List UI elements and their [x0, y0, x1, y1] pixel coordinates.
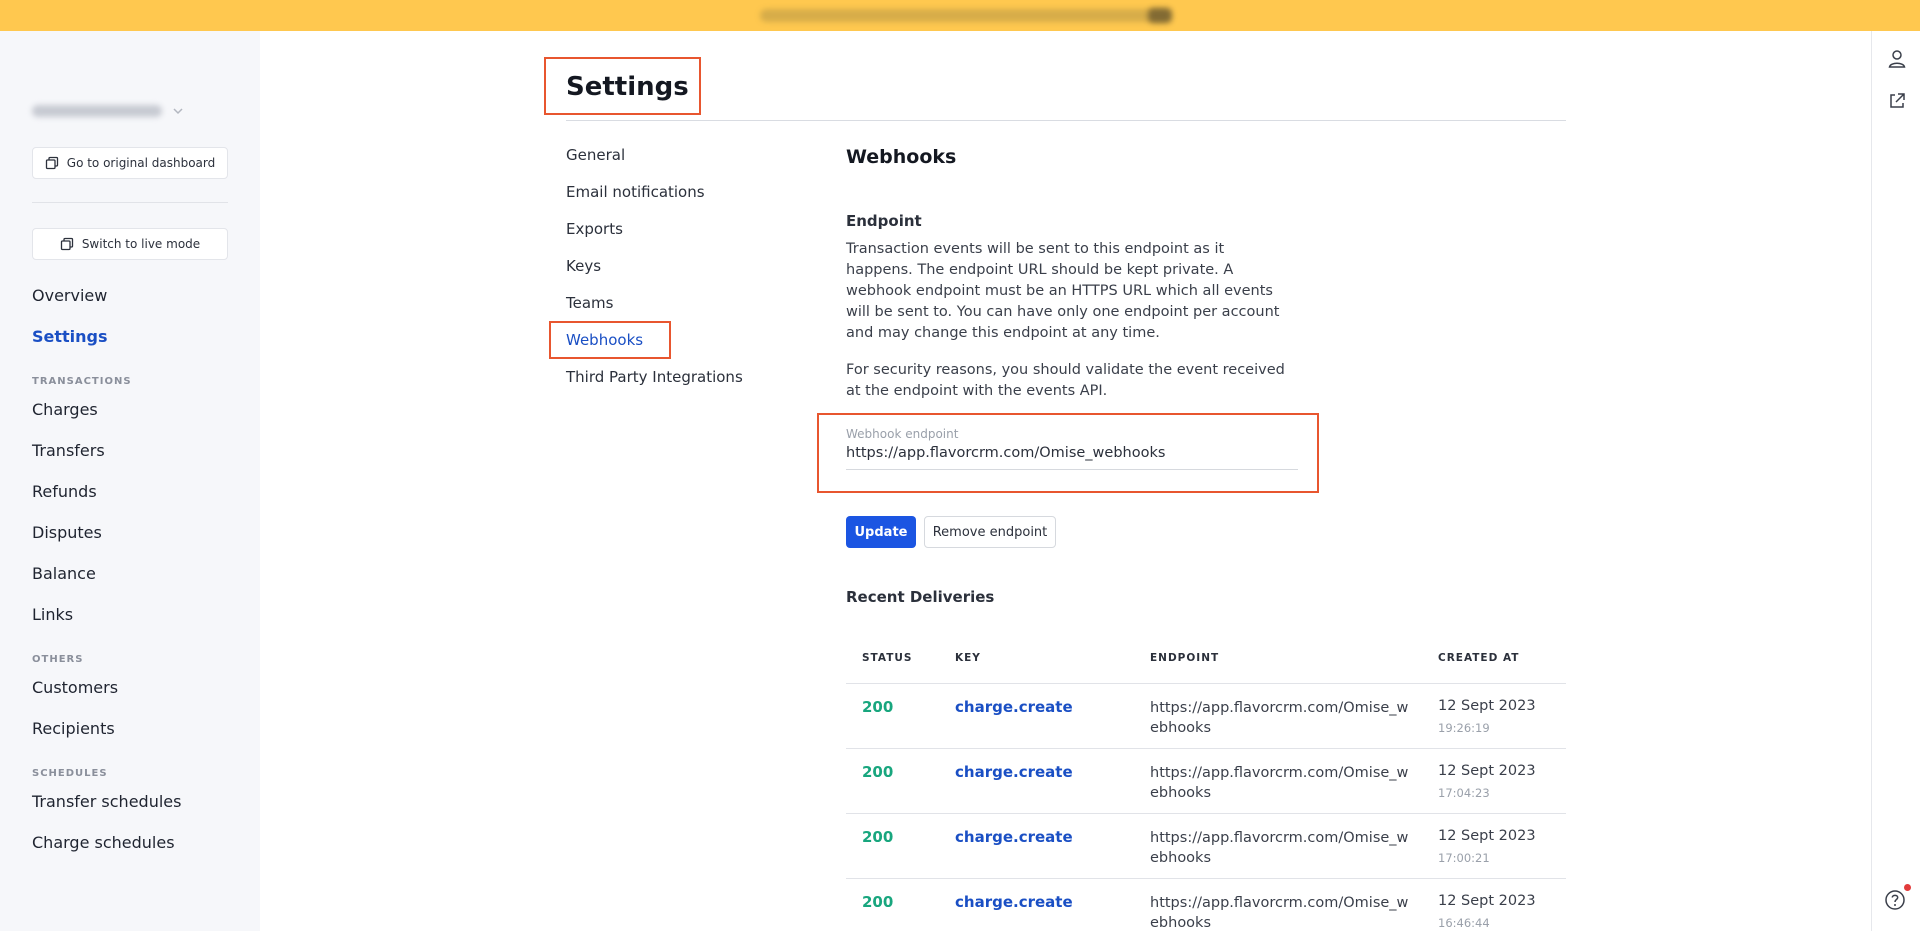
column-header-key: KEY	[955, 652, 981, 664]
go-to-original-dashboard-label: Go to original dashboard	[66, 156, 216, 170]
status-code: 200	[862, 893, 894, 911]
chevron-down-icon	[173, 108, 183, 115]
created-time: 17:04:23	[1438, 786, 1490, 800]
sidebar-item-transfers[interactable]: Transfers	[32, 441, 105, 460]
column-header-status: STATUS	[862, 652, 913, 664]
event-key-link[interactable]: charge.create	[955, 893, 1073, 911]
user-icon[interactable]	[1886, 48, 1908, 70]
recent-deliveries-heading: Recent Deliveries	[846, 588, 995, 606]
created-time: 17:00:21	[1438, 851, 1490, 865]
account-name-redacted	[32, 105, 162, 117]
created-date: 12 Sept 2023	[1438, 763, 1536, 779]
created-date: 12 Sept 2023	[1438, 828, 1536, 844]
sidebar-item-transfer-schedules[interactable]: Transfer schedules	[32, 792, 181, 811]
sidebar-item-balance[interactable]: Balance	[32, 564, 96, 583]
copy-icon	[60, 237, 73, 251]
right-rail	[1871, 31, 1920, 931]
status-code: 200	[862, 763, 894, 781]
sidebar-section-schedules: SCHEDULES	[32, 768, 108, 779]
settings-nav-exports[interactable]: Exports	[566, 220, 623, 238]
switch-to-live-mode-button[interactable]: Switch to live mode	[32, 228, 228, 260]
highlight-box-webhooks	[549, 321, 671, 359]
event-key-link[interactable]: charge.create	[955, 763, 1073, 781]
table-row: 200 charge.create https://app.flavorcrm.…	[846, 879, 1566, 931]
sidebar-item-customers[interactable]: Customers	[32, 678, 118, 697]
table-row: 200 charge.create https://app.flavorcrm.…	[846, 684, 1566, 749]
created-time: 16:46:44	[1438, 916, 1490, 930]
account-switcher[interactable]	[32, 103, 192, 119]
event-key-link[interactable]: charge.create	[955, 698, 1073, 716]
highlight-box-title	[544, 57, 701, 115]
column-header-endpoint: ENDPOINT	[1150, 652, 1220, 664]
status-code: 200	[862, 698, 894, 716]
settings-nav-teams[interactable]: Teams	[566, 294, 613, 312]
banner-redacted-badge	[1148, 8, 1172, 23]
sidebar: Go to original dashboard Switch to live …	[0, 31, 260, 931]
delivery-endpoint: https://app.flavorcrm.com/Omise_webhooks	[1150, 765, 1409, 801]
sidebar-item-recipients[interactable]: Recipients	[32, 719, 115, 738]
delivery-endpoint: https://app.flavorcrm.com/Omise_webhooks	[1150, 830, 1409, 866]
sidebar-item-overview[interactable]: Overview	[32, 286, 107, 305]
created-time: 19:26:19	[1438, 721, 1490, 735]
created-date: 12 Sept 2023	[1438, 893, 1536, 909]
webhooks-heading: Webhooks	[846, 146, 957, 168]
sidebar-item-charges[interactable]: Charges	[32, 400, 98, 419]
settings-nav-third-party-integrations[interactable]: Third Party Integrations	[566, 368, 743, 386]
remove-endpoint-button[interactable]: Remove endpoint	[924, 516, 1056, 548]
sidebar-item-settings[interactable]: Settings	[32, 327, 108, 346]
sidebar-item-disputes[interactable]: Disputes	[32, 523, 102, 542]
table-row: 200 charge.create https://app.flavorcrm.…	[846, 749, 1566, 814]
sidebar-item-charge-schedules[interactable]: Charge schedules	[32, 833, 175, 852]
delivery-endpoint: https://app.flavorcrm.com/Omise_webhooks	[1150, 700, 1409, 736]
sidebar-item-refunds[interactable]: Refunds	[32, 482, 97, 501]
copy-icon	[45, 156, 58, 170]
banner-redacted-text	[760, 9, 1170, 22]
sidebar-item-links[interactable]: Links	[32, 605, 73, 624]
endpoint-heading: Endpoint	[846, 212, 922, 230]
sidebar-section-transactions: TRANSACTIONS	[32, 376, 132, 387]
delivery-endpoint: https://app.flavorcrm.com/Omise_webhooks	[1150, 895, 1409, 931]
column-header-created-at: CREATED AT	[1438, 652, 1520, 664]
table-row: 200 charge.create https://app.flavorcrm.…	[846, 814, 1566, 879]
go-to-original-dashboard-button[interactable]: Go to original dashboard	[32, 147, 228, 179]
switch-to-live-mode-label: Switch to live mode	[81, 237, 201, 251]
status-code: 200	[862, 828, 894, 846]
security-description: For security reasons, you should validat…	[846, 362, 1285, 399]
announcement-banner	[0, 0, 1920, 31]
settings-nav-keys[interactable]: Keys	[566, 257, 601, 275]
endpoint-description: Transaction events will be sent to this …	[846, 241, 1280, 341]
created-date: 12 Sept 2023	[1438, 698, 1536, 714]
notification-dot	[1904, 884, 1911, 891]
external-link-icon[interactable]	[1886, 90, 1908, 112]
highlight-box-endpoint	[817, 413, 1319, 493]
event-key-link[interactable]: charge.create	[955, 828, 1073, 846]
title-divider	[566, 120, 1566, 121]
sidebar-divider	[32, 202, 228, 203]
help-icon[interactable]	[1884, 889, 1906, 911]
sidebar-section-others: OTHERS	[32, 654, 84, 665]
update-button[interactable]: Update	[846, 516, 916, 548]
settings-nav-general[interactable]: General	[566, 146, 625, 164]
settings-nav-email-notifications[interactable]: Email notifications	[566, 183, 705, 201]
